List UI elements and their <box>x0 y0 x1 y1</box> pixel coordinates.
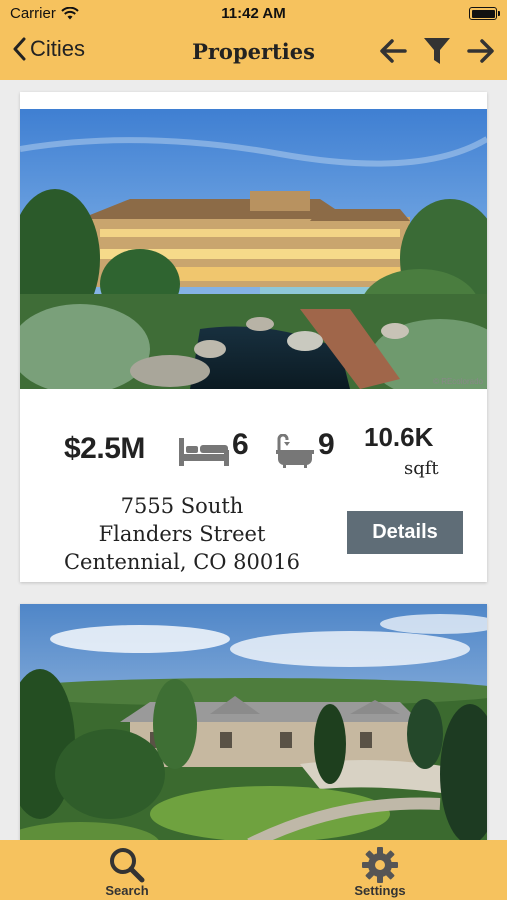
tab-bar: Search Settings <box>0 840 507 900</box>
address-line-2: Flanders Street <box>98 522 266 546</box>
top-bar: Carrier 11:42 AM Cities Properties <box>0 0 507 80</box>
arrow-left-icon <box>380 39 407 63</box>
tab-search[interactable]: Search <box>52 840 202 900</box>
back-button[interactable]: Cities <box>12 36 85 62</box>
gear-icon <box>362 847 398 883</box>
bathtub-icon <box>276 434 314 468</box>
bathrooms-value: 9 <box>318 428 335 461</box>
bedrooms-value: 6 <box>232 428 249 461</box>
property-stats: $2.5M 6 9 10.6K sqft <box>20 414 487 484</box>
address-line-3: Centennial, CO 80016 <box>63 550 300 574</box>
nav-actions <box>379 36 495 71</box>
search-icon <box>110 848 145 883</box>
details-button[interactable]: Details <box>347 511 463 554</box>
arrow-right-icon <box>467 39 494 63</box>
navigation-bar: Cities Properties <box>0 30 507 76</box>
property-card <box>20 604 487 840</box>
filter-button[interactable] <box>423 36 451 71</box>
tab-settings-label: Settings <box>354 883 406 898</box>
listing-scroll[interactable]: © REcolorado $2.5M 6 9 10.6K sqft 7555 S… <box>0 80 507 840</box>
status-time: 11:42 AM <box>221 5 286 22</box>
chevron-left-icon <box>13 37 26 61</box>
next-arrow-button[interactable] <box>467 38 495 69</box>
back-button-label: Cities <box>30 36 86 61</box>
status-bar: Carrier 11:42 AM <box>0 0 507 28</box>
square-footage-value: 10.6K <box>364 422 434 452</box>
property-card: © REcolorado $2.5M 6 9 10.6K sqft 7555 S… <box>20 92 487 582</box>
property-photo[interactable]: © REcolorado <box>20 109 487 389</box>
bed-icon <box>179 438 229 466</box>
square-footage-unit: sqft <box>404 458 439 479</box>
tab-settings[interactable]: Settings <box>305 840 455 900</box>
tab-search-label: Search <box>105 883 149 898</box>
filter-icon <box>424 38 450 64</box>
photo-credit: © REcolorado <box>433 377 483 386</box>
address-line-1: 7555 South <box>120 494 244 518</box>
battery-icon <box>469 7 500 20</box>
property-photo[interactable] <box>20 604 487 840</box>
price-value: $2.5M <box>64 432 145 465</box>
previous-arrow-button[interactable] <box>379 38 407 69</box>
property-address: 7555 South Flanders Street Centennial, C… <box>20 492 344 576</box>
